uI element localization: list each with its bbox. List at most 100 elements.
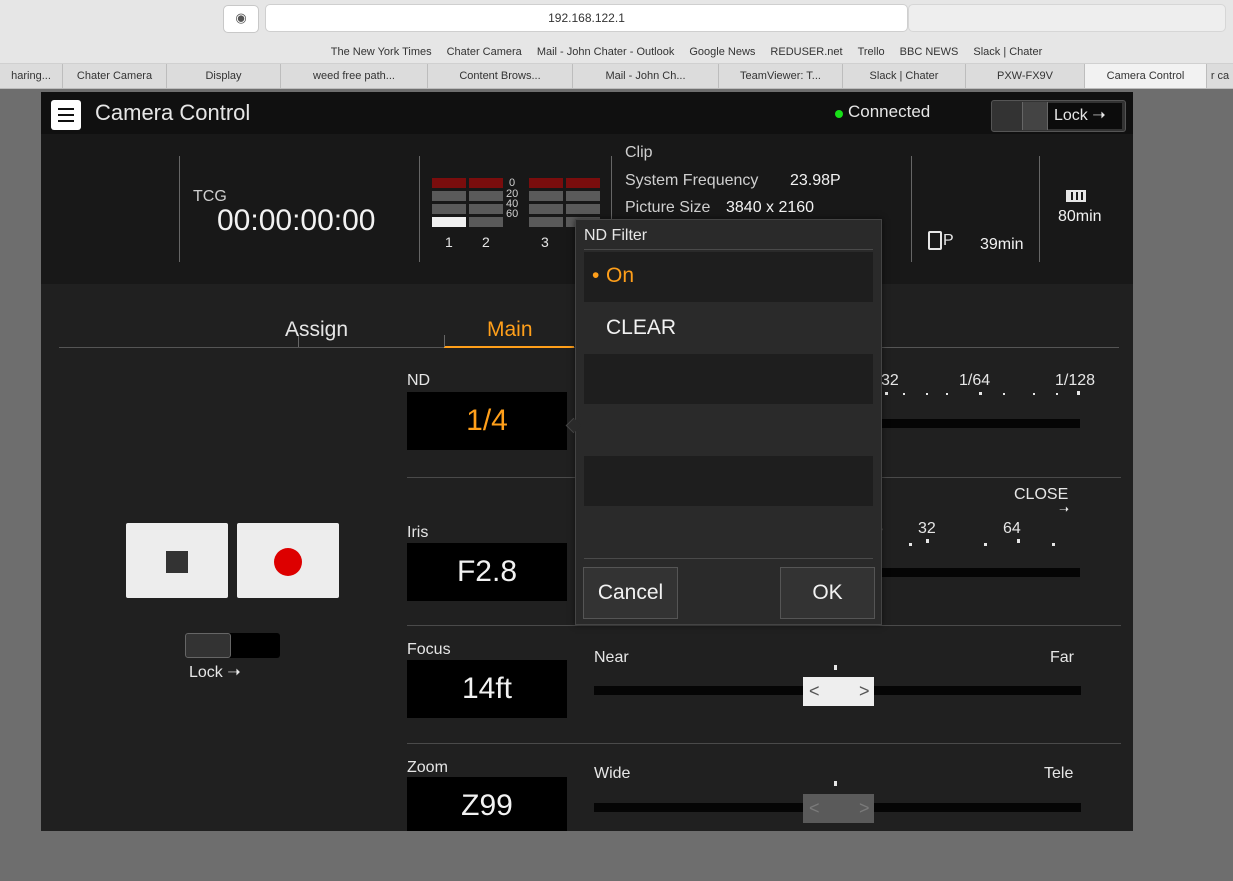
browser-tab[interactable]: Mail - John Ch... xyxy=(573,64,719,88)
nd-option-empty xyxy=(584,354,873,404)
battery-icon xyxy=(1066,190,1086,202)
divider xyxy=(419,156,420,262)
url-text[interactable]: 192.168.122.1 xyxy=(266,5,907,31)
zoom-label: Zoom xyxy=(407,759,448,776)
nd-filter-dialog: ND Filter • On CLEAR Cancel OK xyxy=(575,219,882,625)
iris-scale-tick xyxy=(926,539,929,543)
media-card-icon xyxy=(928,231,942,250)
nd-scale-label: 1/64 xyxy=(959,372,991,389)
bookmark-reduser[interactable]: REDUSER.net xyxy=(770,42,842,63)
media-card-p-icon: P xyxy=(943,232,954,249)
bookmark-outlook[interactable]: Mail - John Chater - Outlook xyxy=(537,42,675,63)
stop-button[interactable] xyxy=(126,523,228,598)
browser-tab[interactable]: Chater Camera xyxy=(63,64,167,88)
bookmark-google-news[interactable]: Google News xyxy=(689,42,755,63)
chevron-left-icon: < xyxy=(809,681,820,701)
bookmarks-bar: The New York Times Chater Camera Mail - … xyxy=(0,42,1233,64)
focus-center-tick xyxy=(834,665,837,670)
focus-value-button[interactable]: 14ft xyxy=(407,660,567,718)
nd-scale-tick xyxy=(1033,393,1035,395)
nd-scale-tick xyxy=(1056,393,1058,395)
system-frequency-label: System Frequency xyxy=(625,172,759,189)
nd-scale-tick xyxy=(1003,393,1005,395)
divider xyxy=(1039,156,1040,262)
focus-near-label: Near xyxy=(594,649,629,666)
menu-icon[interactable] xyxy=(51,100,81,130)
nd-option-clear[interactable]: CLEAR xyxy=(584,304,873,354)
record-lock-toggle[interactable] xyxy=(185,633,280,658)
iris-slider-track[interactable] xyxy=(880,568,1080,577)
nd-scale-label: 32 xyxy=(881,372,899,389)
nd-slider-track[interactable] xyxy=(880,419,1080,428)
browser-tab[interactable]: Display xyxy=(167,64,281,88)
focus-slider-thumb[interactable]: < > xyxy=(803,677,874,706)
system-frequency-value: 23.98P xyxy=(790,172,841,189)
nd-value-button[interactable]: 1/4 xyxy=(407,392,567,450)
browser-tab-strip: haring... Chater Camera Display weed fre… xyxy=(0,64,1233,89)
nd-scale-tick xyxy=(885,392,888,395)
clip-label: Clip xyxy=(625,144,653,161)
divider xyxy=(179,156,180,262)
header-lock-toggle[interactable]: Lock ➝ xyxy=(991,100,1126,132)
nd-option-empty xyxy=(584,456,873,506)
zoom-tele-label: Tele xyxy=(1044,765,1074,782)
browser-tab[interactable]: PXW-FX9V xyxy=(966,64,1085,88)
media-remaining: 39min xyxy=(980,236,1024,253)
timecode-display: 00:00:00:00 xyxy=(217,204,376,237)
meter-channel-label: 1 xyxy=(445,234,453,250)
iris-label: Iris xyxy=(407,524,429,541)
chevron-left-icon: < xyxy=(809,798,820,818)
nd-option-empty xyxy=(584,406,873,456)
browser-tab[interactable]: TeamViewer: T... xyxy=(719,64,843,88)
browser-tab[interactable]: weed free path... xyxy=(281,64,428,88)
bookmark-slack[interactable]: Slack | Chater xyxy=(973,42,1042,63)
iris-scale-tick xyxy=(1052,543,1055,546)
camera-control-app: Camera Control Connected Lock ➝ TCG 00:0… xyxy=(41,92,1133,831)
nd-scale-label: 1/128 xyxy=(1055,372,1096,389)
meter-channel-label: 2 xyxy=(482,234,490,250)
iris-scale-tick xyxy=(909,543,912,546)
iris-scale-tick xyxy=(1017,539,1020,543)
bookmark-trello[interactable]: Trello xyxy=(858,42,885,63)
iris-value-button[interactable]: F2.8 xyxy=(407,543,567,601)
browser-tab[interactable]: haring... xyxy=(0,64,63,88)
address-bar[interactable]: 192.168.122.1 ↺ xyxy=(265,4,1159,32)
ok-button[interactable]: OK xyxy=(780,567,875,619)
address-bar-extension xyxy=(908,4,1226,32)
connection-status: Connected xyxy=(848,102,931,121)
browser-tab[interactable]: Content Brows... xyxy=(428,64,573,88)
bookmark-bbc-news[interactable]: BBC NEWS xyxy=(900,42,959,63)
zoom-slider-thumb[interactable]: < > xyxy=(803,794,874,823)
privacy-shield-icon[interactable]: ◉ xyxy=(223,5,259,33)
nd-scale-tick xyxy=(946,393,948,395)
browser-tab[interactable]: r ca xyxy=(1207,64,1233,88)
lock-toggle-knob[interactable] xyxy=(185,633,231,658)
bookmark-chater-camera[interactable]: Chater Camera xyxy=(447,42,522,63)
nd-scale-tick xyxy=(979,392,982,395)
stop-icon xyxy=(166,551,188,573)
tab-main-underline xyxy=(444,346,574,348)
option-label: On xyxy=(606,264,635,287)
zoom-center-tick xyxy=(834,781,837,786)
browser-tab-active[interactable]: Camera Control xyxy=(1085,64,1207,88)
zoom-wide-label: Wide xyxy=(594,765,631,782)
bookmark-nyt[interactable]: The New York Times xyxy=(331,42,432,63)
tab-separator xyxy=(444,335,445,347)
app-title: Camera Control xyxy=(95,100,251,125)
nd-scale-tick xyxy=(903,393,905,395)
divider xyxy=(407,625,1121,626)
nd-scale-tick xyxy=(1077,391,1080,395)
record-button[interactable] xyxy=(237,523,339,598)
focus-label: Focus xyxy=(407,641,451,658)
divider xyxy=(584,558,873,559)
meter-scale: 60 xyxy=(506,208,519,220)
lock-arrow-icon: ➝ xyxy=(222,664,241,681)
zoom-value-button[interactable]: Z99 xyxy=(407,777,567,831)
tab-assign[interactable]: Assign xyxy=(285,318,348,342)
cancel-button[interactable]: Cancel xyxy=(583,567,678,619)
iris-close-arrow-icon: ➝ xyxy=(1059,502,1070,516)
browser-tab[interactable]: Slack | Chater xyxy=(843,64,966,88)
lock-toggle-knob[interactable] xyxy=(1022,102,1048,130)
tab-main[interactable]: Main xyxy=(487,318,533,342)
nd-option-on[interactable]: • On xyxy=(584,252,873,302)
